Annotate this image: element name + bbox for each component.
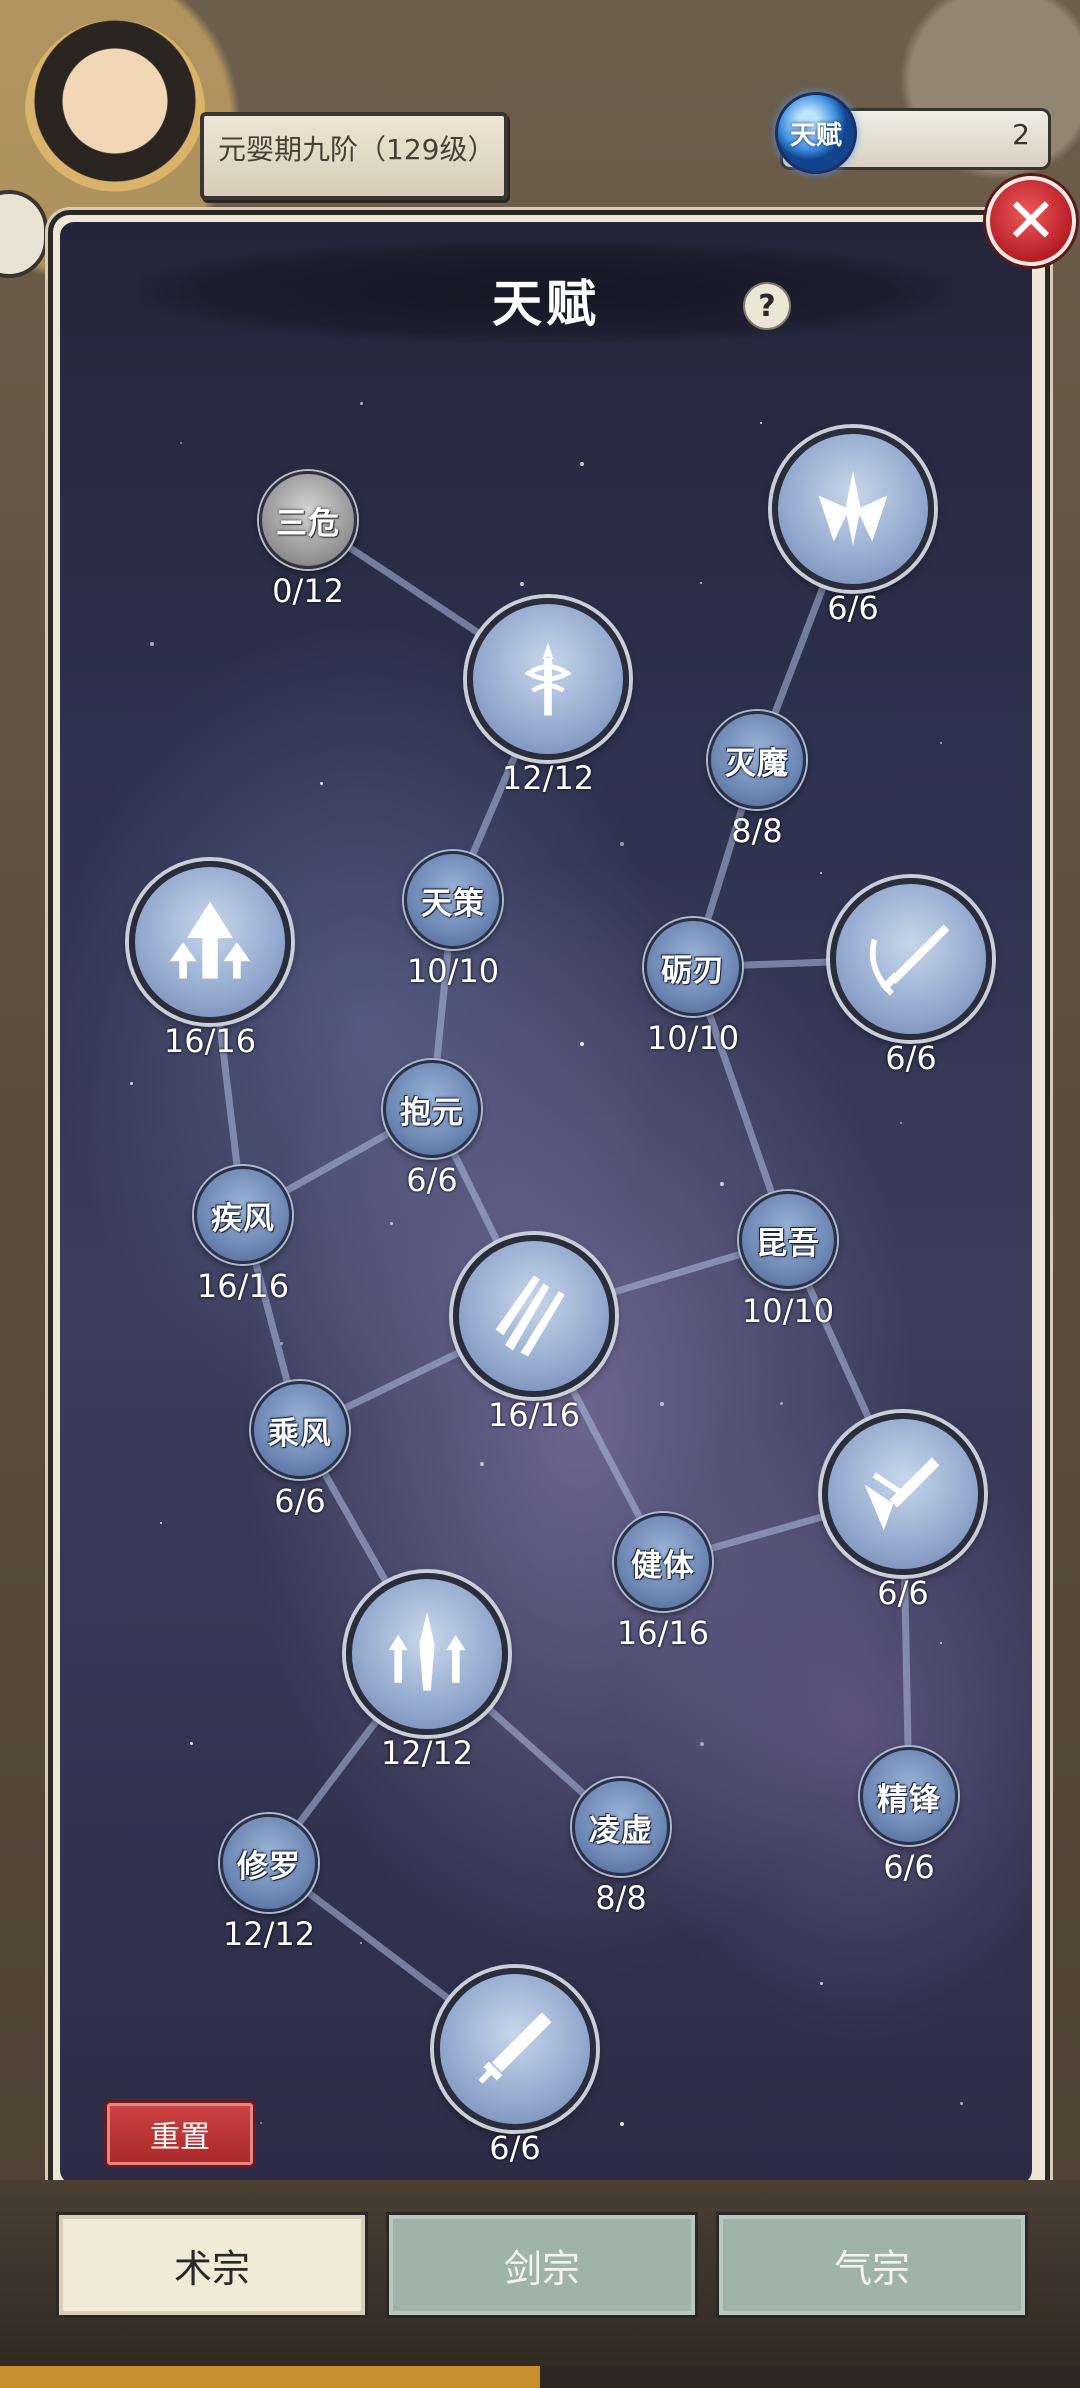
tab-jianzong[interactable]: 剑宗: [386, 2212, 698, 2318]
talent-node-jianti[interactable]: 健体: [614, 1513, 712, 1611]
talent-node-miemo[interactable]: 灭魔: [708, 711, 806, 809]
talent-level: 10/10: [406, 952, 500, 990]
talent-node-left-big[interactable]: [129, 861, 291, 1023]
talent-level: 8/8: [595, 1879, 647, 1917]
talent-node-name: 修罗: [237, 1848, 301, 1885]
talent-panel: 天赋 ? 三危 0/12 12/12 6/6 灭魔 8/8 天策 10/10 16/16 砺刃 10…: [60, 222, 1032, 2184]
sword-slash-icon: [869, 924, 950, 996]
talent-level: 16/16: [196, 1267, 290, 1305]
talent-orb-icon: 天赋: [775, 92, 857, 174]
talent-node-name: 乘风: [268, 1415, 332, 1452]
talent-node-name: 抱元: [400, 1094, 464, 1131]
talent-node-bottom-big[interactable]: [434, 1968, 596, 2130]
talent-level: 8/8: [731, 812, 783, 850]
talent-node-top-center[interactable]: [467, 598, 629, 760]
talent-node-name: 凌虚: [589, 1812, 653, 1849]
talent-node-sanwei[interactable]: 三危: [259, 471, 357, 569]
triple-sword-icon: [495, 1275, 565, 1357]
talent-node-lingxu[interactable]: 凌虚: [572, 1778, 670, 1876]
player-avatar[interactable]: [25, 20, 205, 200]
talent-node-name: 健体: [631, 1547, 695, 1584]
tab-shuzong[interactable]: 术宗: [56, 2212, 368, 2318]
caduceus-sword-icon: [524, 642, 572, 716]
talent-node-name: 昆吾: [756, 1225, 820, 1262]
talent-level: 10/10: [646, 1019, 740, 1057]
single-sword-icon: [478, 2012, 552, 2084]
talent-level: 16/16: [616, 1614, 710, 1652]
talent-level: 10/10: [741, 1292, 835, 1330]
talent-level: 6/6: [885, 1039, 937, 1077]
talent-level: 16/16: [163, 1022, 257, 1060]
talent-level: 12/12: [222, 1915, 316, 1953]
talent-node-center-big[interactable]: [453, 1235, 615, 1397]
talent-node-kunwu[interactable]: 昆吾: [739, 1191, 837, 1289]
talent-level: 12/12: [501, 759, 595, 797]
talent-level: 6/6: [883, 1848, 935, 1886]
talent-node-right-sword[interactable]: [830, 878, 992, 1040]
talent-level: 6/6: [489, 2129, 541, 2167]
talent-points-count: 2: [1012, 118, 1030, 151]
talent-level: 16/16: [487, 1396, 581, 1434]
rank-label: 元婴期九阶（129级）: [218, 133, 496, 166]
talent-level: 6/6: [877, 1574, 929, 1612]
talent-node-right-broken[interactable]: [822, 1413, 984, 1575]
talent-node-baoyuan[interactable]: 抱元: [383, 1060, 481, 1158]
close-icon: ✕: [1005, 184, 1057, 257]
talent-node-top-right[interactable]: [772, 428, 934, 590]
talent-node-jifeng[interactable]: 疾风: [194, 1166, 292, 1264]
talent-node-name: 砺刃: [661, 952, 725, 989]
talent-level: 6/6: [274, 1482, 326, 1520]
talent-node-name: 三危: [276, 505, 340, 542]
reset-button[interactable]: 重置: [104, 2100, 256, 2168]
tab-qizong[interactable]: 气宗: [716, 2212, 1028, 2318]
talent-node-tiance[interactable]: 天策: [404, 851, 502, 949]
talent-node-name: 精锋: [877, 1781, 941, 1818]
talent-node-chengfeng[interactable]: 乘风: [251, 1381, 349, 1479]
talent-node-jingfeng[interactable]: 精锋: [860, 1747, 958, 1845]
talent-node-name: 灭魔: [725, 745, 789, 782]
talent-node-name: 疾风: [211, 1200, 275, 1237]
talent-level: 6/6: [827, 589, 879, 627]
broken-sword-icon: [864, 1457, 940, 1531]
triple-blade-icon: [818, 470, 888, 546]
close-button[interactable]: ✕: [986, 176, 1076, 266]
talent-node-xiuluo[interactable]: 修罗: [220, 1814, 318, 1912]
talent-node-liren[interactable]: 砺刃: [644, 918, 742, 1016]
talent-level: 0/12: [272, 572, 344, 610]
bottom-stripe: [0, 2366, 1080, 2388]
talent-node-name: 天策: [421, 885, 485, 922]
sword-arrows-icon: [388, 1611, 466, 1691]
arrow-tree-icon: [169, 901, 251, 979]
talent-level: 12/12: [380, 1734, 474, 1772]
talent-level: 6/6: [406, 1161, 458, 1199]
talent-node-lower-big[interactable]: [346, 1573, 508, 1735]
